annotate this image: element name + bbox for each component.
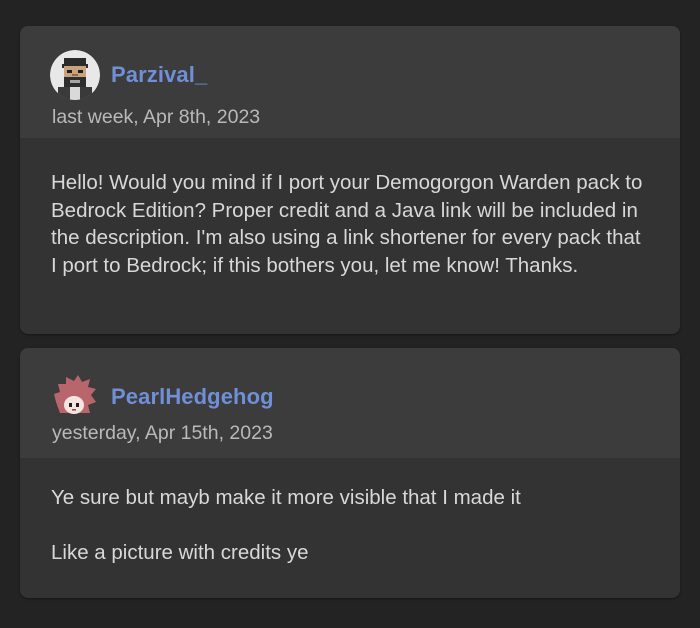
comment-timestamp: yesterday, Apr 15th, 2023 <box>52 422 273 444</box>
comment-body: Ye sure but mayb make it more visible th… <box>20 458 680 566</box>
comment-paragraph: Hello! Would you mind if I port your Dem… <box>51 171 643 277</box>
comments-page: Parzival_ last week, Apr 8th, 2023 Hello… <box>0 0 700 628</box>
author-link[interactable]: PearlHedgehog <box>111 384 274 410</box>
author-link[interactable]: Parzival_ <box>111 62 207 88</box>
comment-paragraph: Like a picture with credits ye <box>51 540 309 564</box>
comment-body: Hello! Would you mind if I port your Dem… <box>20 138 680 279</box>
comment-header: Parzival_ last week, Apr 8th, 2023 <box>20 26 680 138</box>
comment-paragraph: Ye sure but mayb make it more visible th… <box>51 486 521 509</box>
author-row: PearlHedgehog <box>50 372 274 422</box>
user-avatar-icon[interactable] <box>50 372 100 422</box>
comment-card: PearlHedgehog yesterday, Apr 15th, 2023 … <box>20 348 680 598</box>
comment-header: PearlHedgehog yesterday, Apr 15th, 2023 <box>20 348 680 458</box>
comment-card: Parzival_ last week, Apr 8th, 2023 Hello… <box>20 26 680 334</box>
author-row: Parzival_ <box>50 50 207 100</box>
user-avatar-icon[interactable] <box>50 50 100 100</box>
comment-timestamp: last week, Apr 8th, 2023 <box>52 106 261 128</box>
